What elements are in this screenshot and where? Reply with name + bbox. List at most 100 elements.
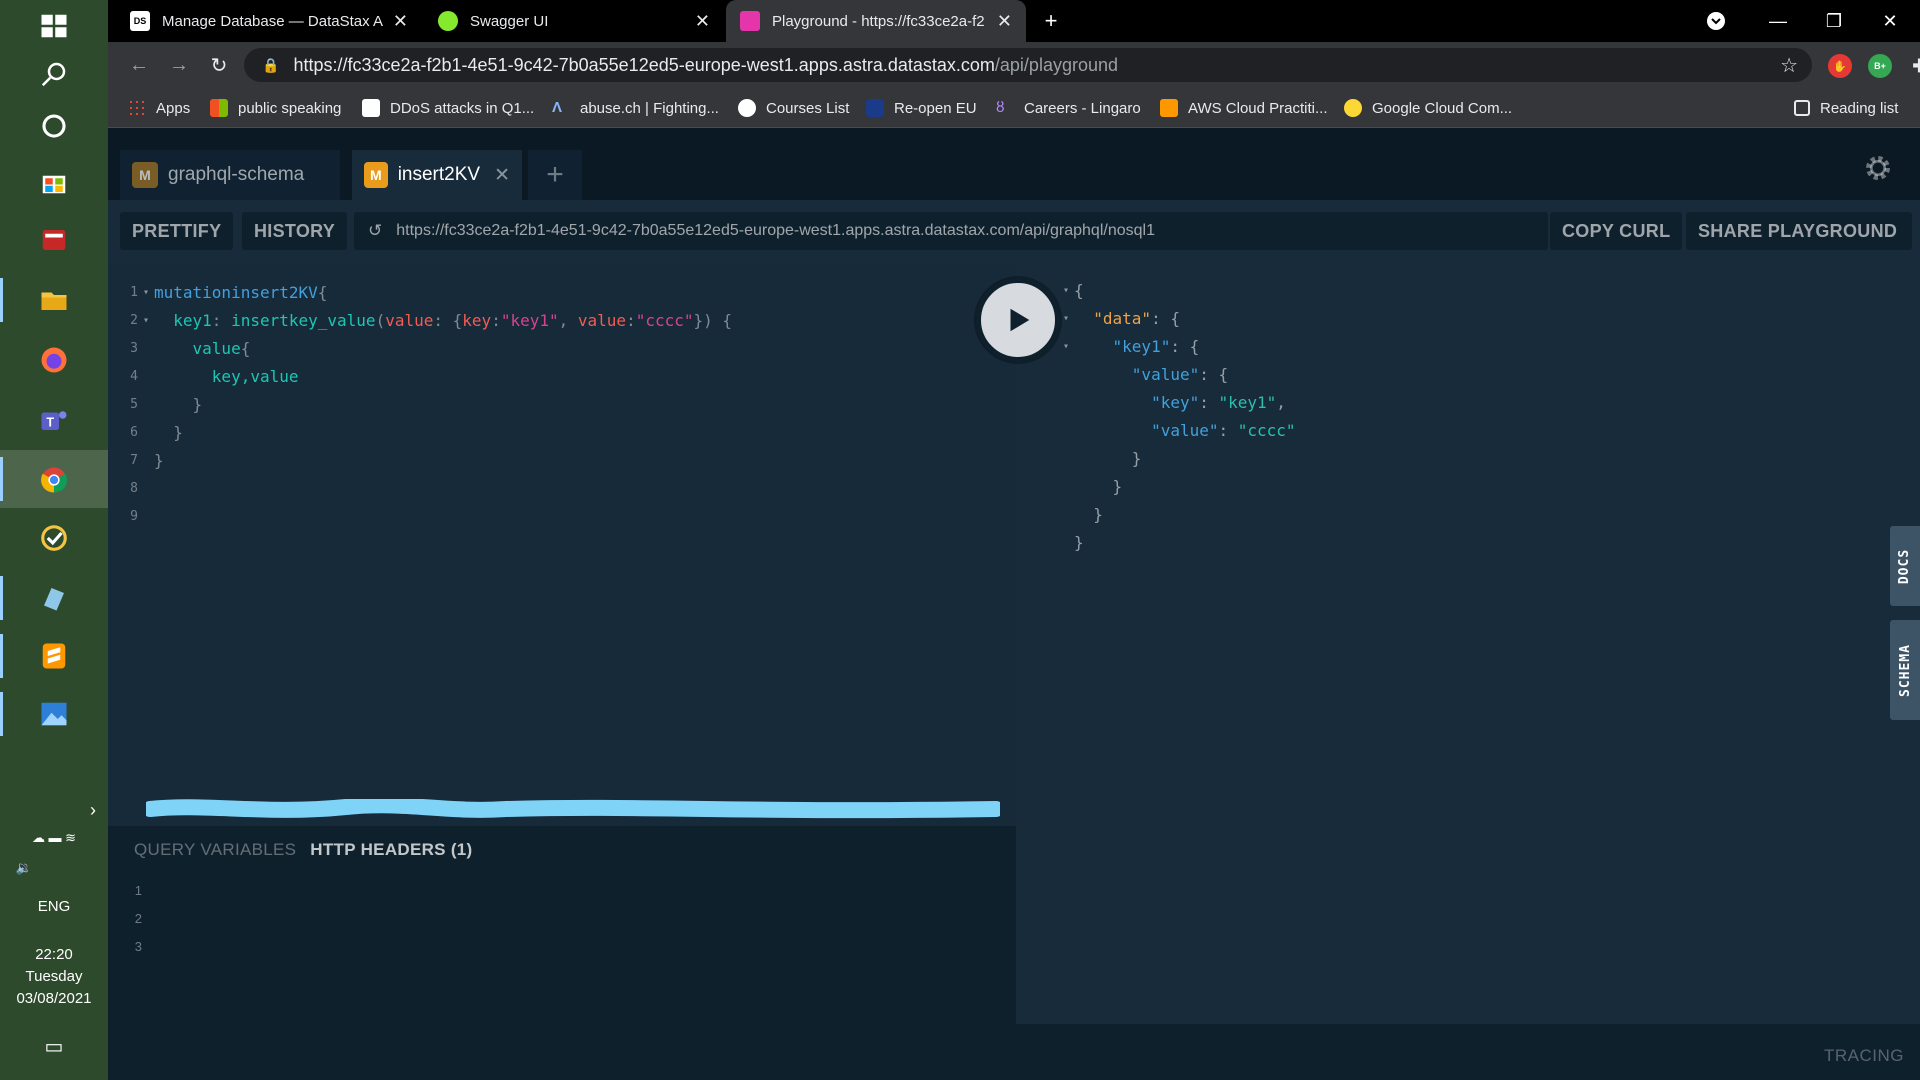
refresh-schema-icon[interactable]: ↺ <box>368 221 382 241</box>
svg-text:T: T <box>46 415 54 429</box>
bookmark-item[interactable]: Λ abuse.ch | Fighting... <box>552 96 719 120</box>
teams-icon[interactable]: T <box>30 396 78 444</box>
fold-arrow-icon[interactable]: ▾ <box>138 315 154 326</box>
execute-query-button[interactable] <box>976 278 1060 362</box>
bookmark-item[interactable]: public speaking <box>210 96 341 120</box>
bookmarks-bar: Apps public speaking DDoS attacks in Q1.… <box>108 88 1920 128</box>
browser-tab[interactable]: DS Manage Database — DataStax A ✕ <box>116 0 422 42</box>
schema-tab[interactable]: SCHEMA <box>1890 620 1920 720</box>
query-variables-tab[interactable]: QUERY VARIABLES <box>134 840 296 860</box>
google-icon <box>738 99 756 117</box>
chrome-icon[interactable] <box>30 456 78 504</box>
minimize-icon[interactable]: — <box>1750 0 1806 42</box>
clock-day[interactable]: Tuesday <box>0 968 108 985</box>
tab-title: Manage Database — DataStax A <box>162 12 383 30</box>
bookmark-item[interactable]: Courses List <box>738 96 849 120</box>
close-window-icon[interactable]: ✕ <box>1862 0 1918 42</box>
back-icon[interactable]: ← <box>124 50 154 80</box>
playground-tab-active[interactable]: M insert2KV ✕ <box>352 150 522 200</box>
show-more-icon[interactable]: › <box>36 800 96 821</box>
close-tab-icon[interactable]: ✕ <box>494 164 510 187</box>
close-tab-icon[interactable]: ✕ <box>695 11 710 32</box>
result-viewer[interactable]: ▾{ ▾ "data": { ▾ "key1": { "value": { "k… <box>1016 264 1920 1024</box>
cortana-icon[interactable] <box>30 102 78 150</box>
share-playground-button[interactable]: SHARE PLAYGROUND <box>1686 212 1912 250</box>
bookmark-label: Apps <box>156 99 191 117</box>
prettify-button[interactable]: PRETTIFY <box>120 212 234 250</box>
http-headers-tab[interactable]: HTTP HEADERS (1) <box>310 840 472 860</box>
close-tab-icon[interactable]: ✕ <box>393 11 408 32</box>
header-line: 1 <box>134 882 142 898</box>
bookmark-label: public speaking <box>238 99 342 117</box>
tray-icons[interactable]: ☁ ▬ ≋ <box>0 830 108 846</box>
file-explorer-icon[interactable] <box>30 276 78 324</box>
microsoft-icon <box>210 99 228 117</box>
todo-icon[interactable] <box>30 514 78 562</box>
sublime-text-icon[interactable] <box>30 632 78 680</box>
volume-icon[interactable]: 🔉 <box>0 860 78 876</box>
tab-strip: DS Manage Database — DataStax A ✕ Swagge… <box>108 0 1920 42</box>
firefox-icon[interactable] <box>30 336 78 384</box>
restore-icon[interactable]: ❐ <box>1806 0 1862 42</box>
bookmark-item[interactable]: DDoS attacks in Q1... <box>362 96 534 120</box>
bookmark-label: DDoS attacks in Q1... <box>390 99 535 117</box>
reading-list-icon <box>1794 100 1810 116</box>
new-tab-icon[interactable]: + <box>1030 0 1072 42</box>
bookmark-item[interactable]: ȣ Careers - Lingaro <box>996 96 1141 120</box>
address-bar[interactable]: 🔒 https://fc33ce2a-f2b1-4e51-9c42-7b0a55… <box>244 48 1812 82</box>
add-tab-icon[interactable]: + <box>528 150 582 200</box>
lingaro-icon: ȣ <box>996 99 1005 116</box>
adblock-extension-icon[interactable]: ✋ <box>1828 54 1852 78</box>
result-line: } <box>1074 476 1123 496</box>
notification-icon[interactable]: ▭ <box>0 1034 108 1059</box>
settings-gear-icon[interactable] <box>1862 152 1894 184</box>
result-line: ▾{ <box>1062 280 1084 300</box>
code-line: 2 ▾ key1: insertkey_value(value: {key: "ke… <box>130 310 733 330</box>
extension-b-icon[interactable]: B+ <box>1868 54 1892 78</box>
browser-tab[interactable]: Swagger UI ✕ <box>424 0 724 42</box>
playground-tab-label: insert2KV <box>397 164 481 185</box>
code-line: 6 } <box>130 422 183 442</box>
bookmark-apps[interactable]: Apps <box>128 96 190 120</box>
tab-search-icon[interactable] <box>1696 0 1736 42</box>
copy-curl-button[interactable]: COPY CURL <box>1550 212 1683 250</box>
history-button[interactable]: HISTORY <box>242 212 348 250</box>
endpoint-url-field[interactable]: ↺ https://fc33ce2a-f2b1-4e51-9c42-7b0a55… <box>354 212 1548 250</box>
taskbar-indicator <box>0 692 3 736</box>
securelist-icon <box>362 99 380 117</box>
query-editor[interactable]: 1 ▾ mutation insert2KV { 2 ▾ key1: insertke… <box>108 264 1016 826</box>
code-line: 1 ▾ mutation insert2KV { <box>130 282 328 302</box>
code-line: 3 value { <box>130 338 251 358</box>
search-icon[interactable] <box>30 50 78 98</box>
bookmark-item[interactable]: AWS Cloud Practiti... <box>1160 96 1327 120</box>
fold-arrow-icon[interactable]: ▾ <box>138 287 154 298</box>
aws-icon <box>1160 99 1178 117</box>
app-red-icon[interactable] <box>30 216 78 264</box>
windows-taskbar: T › ☁ ▬ ≋ 🔉 ENG 22:20 Tuesday 03/08/2021… <box>0 0 108 1080</box>
windows-start-icon[interactable] <box>30 2 78 50</box>
variables-panel: QUERY VARIABLES HTTP HEADERS (1) 1 2 3 <box>108 826 1016 1080</box>
bookmark-item[interactable]: Re-open EU <box>866 96 977 120</box>
reading-list[interactable]: Reading list <box>1794 96 1898 120</box>
result-line: } <box>1074 532 1084 552</box>
tracing-toggle[interactable]: TRACING <box>1824 1046 1904 1066</box>
bookmark-item[interactable]: Google Cloud Com... <box>1344 96 1512 120</box>
photos-icon[interactable] <box>30 690 78 738</box>
close-tab-icon[interactable]: ✕ <box>997 11 1012 32</box>
app-blue-icon[interactable] <box>30 574 78 622</box>
extensions-puzzle-icon[interactable]: ✚ <box>1908 54 1920 78</box>
clock-date[interactable]: 03/08/2021 <box>0 990 108 1007</box>
reload-icon[interactable]: ↻ <box>204 50 234 80</box>
store-icon[interactable] <box>30 158 78 206</box>
bookmark-star-icon[interactable]: ☆ <box>1780 53 1798 78</box>
language-indicator[interactable]: ENG <box>0 898 108 915</box>
playground-tab[interactable]: M graphql-schema <box>120 150 340 200</box>
lock-icon[interactable]: 🔒 <box>262 57 279 74</box>
browser-tab-active[interactable]: Playground - https://fc33ce2a-f2 ✕ <box>726 0 1026 42</box>
graphql-playground: M graphql-schema M insert2KV ✕ + PRETTIF… <box>108 128 1920 1080</box>
clock-time[interactable]: 22:20 <box>0 946 108 963</box>
forward-icon[interactable]: → <box>164 50 194 80</box>
bookmark-label: abuse.ch | Fighting... <box>580 99 719 117</box>
docs-tab[interactable]: DOCS <box>1890 526 1920 606</box>
abuse-ch-icon: Λ <box>552 99 563 116</box>
